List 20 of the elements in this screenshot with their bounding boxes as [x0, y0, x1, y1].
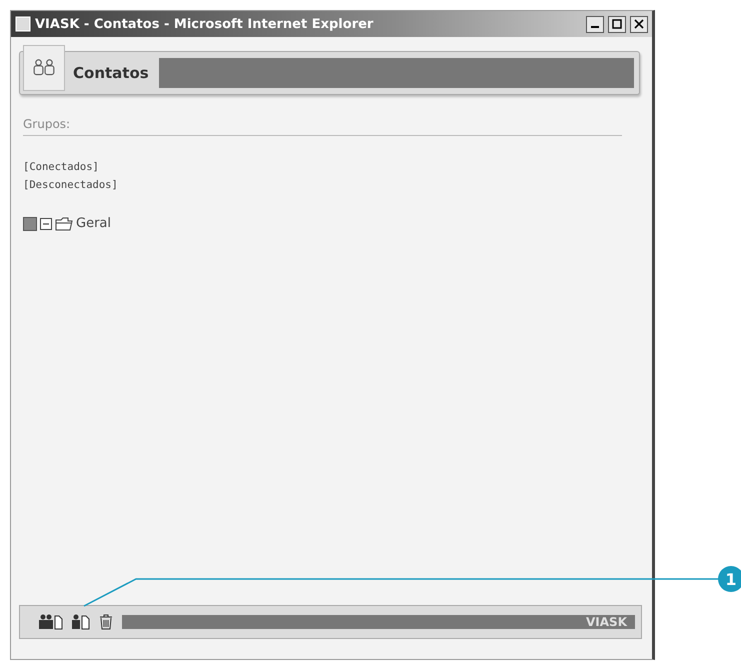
callout-badge: 1 — [718, 566, 741, 592]
tree-label[interactable]: Geral — [76, 216, 111, 231]
filter-link[interactable]: [Desconectados] — [23, 176, 118, 194]
groups-label: Grupos: — [23, 117, 72, 131]
minimize-button[interactable] — [586, 16, 604, 32]
maximize-icon — [612, 19, 622, 29]
header-title: Contatos — [72, 63, 150, 84]
collapse-toggle[interactable] — [40, 218, 52, 230]
delete-button[interactable] — [98, 613, 114, 631]
add-group-button[interactable] — [38, 613, 64, 631]
add-contact-button[interactable] — [70, 613, 92, 631]
brand-label: VIASK — [586, 615, 627, 629]
window-title: VIASK - Contatos - Microsoft Internet Explorer — [35, 16, 374, 32]
maximize-button[interactable] — [608, 16, 626, 32]
close-icon — [634, 19, 644, 29]
checkbox[interactable] — [23, 216, 37, 230]
filter-link[interactable]: [Conectados] — [23, 158, 99, 176]
close-button[interactable] — [630, 16, 648, 32]
minimize-icon — [591, 26, 599, 28]
folder-icon — [55, 216, 73, 230]
